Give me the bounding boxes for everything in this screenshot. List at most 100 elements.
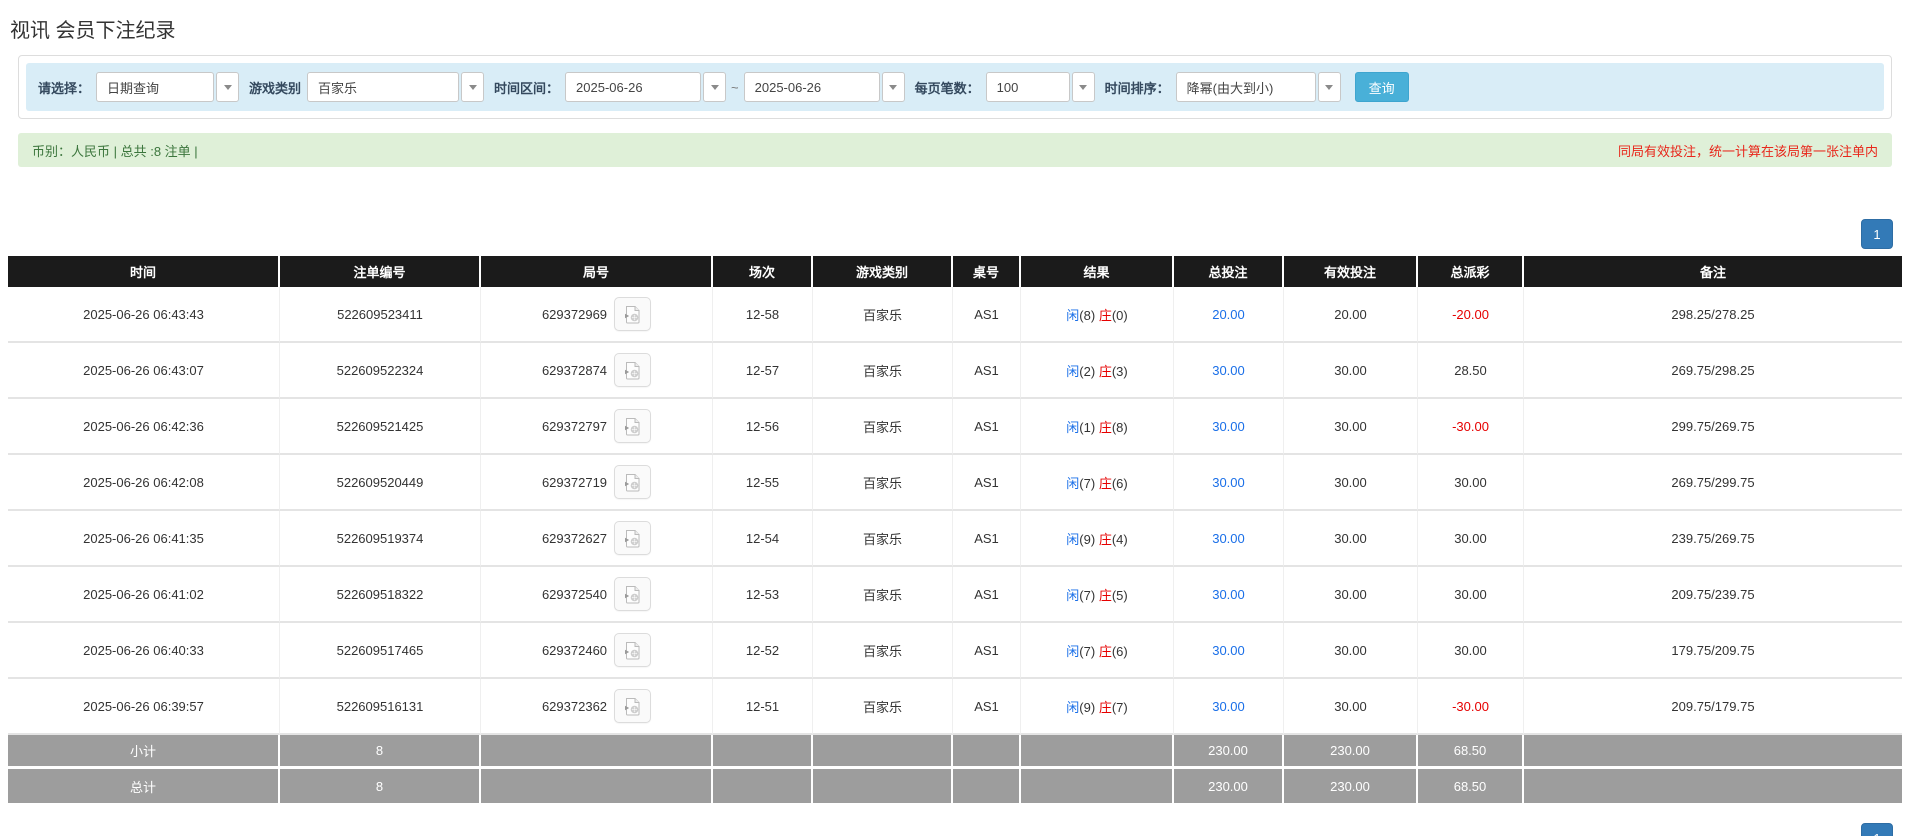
cell-total-bet: 30.00 bbox=[1174, 679, 1284, 735]
result-banker-score: (8) bbox=[1111, 419, 1128, 435]
payout-value: 30.00 bbox=[1454, 586, 1487, 602]
pagination-bottom: 1 bbox=[8, 823, 1893, 836]
total-bet-link[interactable]: 30.00 bbox=[1212, 531, 1245, 546]
cell-total-bet: 30.00 bbox=[1174, 623, 1284, 679]
result-player-score: (1) bbox=[1079, 419, 1096, 435]
total-empty bbox=[1021, 769, 1174, 803]
game-type-label: 游戏类别 bbox=[249, 80, 302, 96]
total-row: 总计 8 230.00 230.00 68.50 bbox=[8, 769, 1902, 803]
result-player: 闲 bbox=[1066, 699, 1080, 715]
filter-bar: 请选择： 日期查询 游戏类别 百家乐 时间区间： 2025-06-26 ~ 20… bbox=[26, 63, 1884, 111]
cell-session: 12-55 bbox=[713, 455, 813, 511]
result-player-score: (7) bbox=[1079, 643, 1096, 659]
total-bet-link[interactable]: 20.00 bbox=[1212, 307, 1245, 322]
result-banker: 庄 bbox=[1098, 587, 1112, 603]
date-from-dropdown-button[interactable] bbox=[703, 72, 727, 102]
chevron-down-icon bbox=[468, 84, 477, 90]
pagination-page-1-bottom[interactable]: 1 bbox=[1861, 823, 1893, 836]
cell-bet-id: 522609518322 bbox=[280, 567, 481, 623]
cell-total-bet: 30.00 bbox=[1174, 343, 1284, 399]
video-replay-button[interactable] bbox=[614, 409, 652, 443]
subtotal-empty bbox=[481, 735, 713, 769]
cell-valid-bet: 30.00 bbox=[1284, 567, 1418, 623]
page-size-dropdown-button[interactable] bbox=[1071, 72, 1095, 102]
round-id-text: 629372627 bbox=[541, 530, 608, 546]
cell-table-no: AS1 bbox=[953, 455, 1021, 511]
header-bet-id: 注单编号 bbox=[280, 256, 481, 287]
total-bet-link[interactable]: 30.00 bbox=[1212, 475, 1245, 490]
chevron-down-icon bbox=[223, 84, 232, 90]
total-bet-link[interactable]: 30.00 bbox=[1212, 587, 1245, 602]
valid-bet-notice: 同局有效投注，统一计算在该局第一张注单内 bbox=[1617, 143, 1878, 159]
payout-value: 28.50 bbox=[1454, 362, 1487, 378]
total-bet-link[interactable]: 30.00 bbox=[1212, 363, 1245, 378]
result-banker: 庄 bbox=[1098, 419, 1112, 435]
cell-total-bet: 20.00 bbox=[1174, 287, 1284, 343]
subtotal-empty bbox=[713, 735, 813, 769]
total-bet-link[interactable]: 30.00 bbox=[1212, 699, 1245, 714]
cell-payout: 30.00 bbox=[1418, 455, 1524, 511]
date-from-input[interactable]: 2025-06-26 bbox=[565, 72, 702, 102]
cell-game-type: 百家乐 bbox=[813, 623, 953, 679]
page-title: 视讯 会员下注纪录 bbox=[10, 20, 176, 42]
table-row: 2025-06-26 06:42:08 522609520449 629372719… bbox=[8, 455, 1902, 511]
sort-dropdown-button[interactable] bbox=[1317, 72, 1341, 102]
cell-bet-id: 522609516131 bbox=[280, 679, 481, 735]
video-replay-button[interactable] bbox=[614, 521, 652, 555]
total-bet-link[interactable]: 30.00 bbox=[1212, 643, 1245, 658]
game-type-dropdown-button[interactable] bbox=[461, 72, 485, 102]
pagination-top: 1 bbox=[8, 219, 1893, 249]
result-player: 闲 bbox=[1066, 419, 1080, 435]
cell-payout: -30.00 bbox=[1418, 399, 1524, 455]
cell-time: 2025-06-26 06:41:35 bbox=[8, 511, 280, 567]
cell-bet-id: 522609517465 bbox=[280, 623, 481, 679]
result-banker-score: (3) bbox=[1111, 363, 1128, 379]
date-to-dropdown-button[interactable] bbox=[881, 72, 905, 102]
video-replay-button[interactable] bbox=[614, 689, 652, 723]
query-mode-dropdown-button[interactable] bbox=[216, 72, 240, 102]
page-size-select[interactable]: 100 bbox=[985, 72, 1070, 102]
result-player-score: (9) bbox=[1079, 531, 1096, 547]
pagination-page-1-top[interactable]: 1 bbox=[1861, 219, 1893, 249]
video-replay-button[interactable] bbox=[614, 577, 652, 611]
cell-table-no: AS1 bbox=[953, 287, 1021, 343]
video-replay-button[interactable] bbox=[614, 297, 652, 331]
cell-remark: 179.75/209.75 bbox=[1524, 623, 1902, 679]
query-mode-select[interactable]: 日期查询 bbox=[96, 72, 215, 102]
cell-result: 闲(8) 庄(0) bbox=[1021, 287, 1174, 343]
cell-round-id: 629372874 bbox=[481, 343, 713, 399]
table-body: 2025-06-26 06:43:43 522609523411 629372969… bbox=[8, 287, 1902, 735]
video-replay-button[interactable] bbox=[614, 465, 652, 499]
sort-select[interactable]: 降幂(由大到小) bbox=[1175, 72, 1316, 102]
result-banker-score: (6) bbox=[1111, 475, 1128, 491]
date-to-value: 2025-06-26 bbox=[754, 79, 822, 95]
cell-game-type: 百家乐 bbox=[813, 511, 953, 567]
cell-game-type: 百家乐 bbox=[813, 455, 953, 511]
subtotal-payout: 68.50 bbox=[1418, 735, 1524, 769]
date-to-input[interactable]: 2025-06-26 bbox=[743, 72, 880, 102]
payout-value: -30.00 bbox=[1452, 698, 1489, 714]
cell-time: 2025-06-26 06:42:08 bbox=[8, 455, 280, 511]
round-id-text: 629372460 bbox=[541, 642, 608, 658]
table-header-row: 时间 注单编号 局号 场次 游戏类别 桌号 结果 总投注 有效投注 总派彩 备注 bbox=[8, 256, 1902, 287]
video-replay-button[interactable] bbox=[614, 633, 652, 667]
result-player: 闲 bbox=[1066, 531, 1080, 547]
table-row: 2025-06-26 06:40:33 522609517465 629372460… bbox=[8, 623, 1902, 679]
cell-result: 闲(9) 庄(7) bbox=[1021, 679, 1174, 735]
page-size-value: 100 bbox=[996, 79, 1019, 95]
total-payout: 68.50 bbox=[1418, 769, 1524, 803]
game-type-select[interactable]: 百家乐 bbox=[307, 72, 460, 102]
cell-remark: 269.75/298.25 bbox=[1524, 343, 1902, 399]
chevron-down-icon bbox=[889, 84, 898, 90]
video-replay-button[interactable] bbox=[614, 353, 652, 387]
cell-total-bet: 30.00 bbox=[1174, 567, 1284, 623]
total-bet-link[interactable]: 30.00 bbox=[1212, 419, 1245, 434]
cell-table-no: AS1 bbox=[953, 343, 1021, 399]
total-label: 总计 bbox=[8, 769, 280, 803]
search-button[interactable]: 查询 bbox=[1354, 72, 1409, 102]
round-id-text: 629372540 bbox=[541, 586, 608, 602]
cell-total-bet: 30.00 bbox=[1174, 455, 1284, 511]
cell-remark: 209.75/239.75 bbox=[1524, 567, 1902, 623]
currency-summary-text: 币别：人民币 | 总共 :8 注单 | bbox=[32, 143, 198, 159]
cell-remark: 299.75/269.75 bbox=[1524, 399, 1902, 455]
